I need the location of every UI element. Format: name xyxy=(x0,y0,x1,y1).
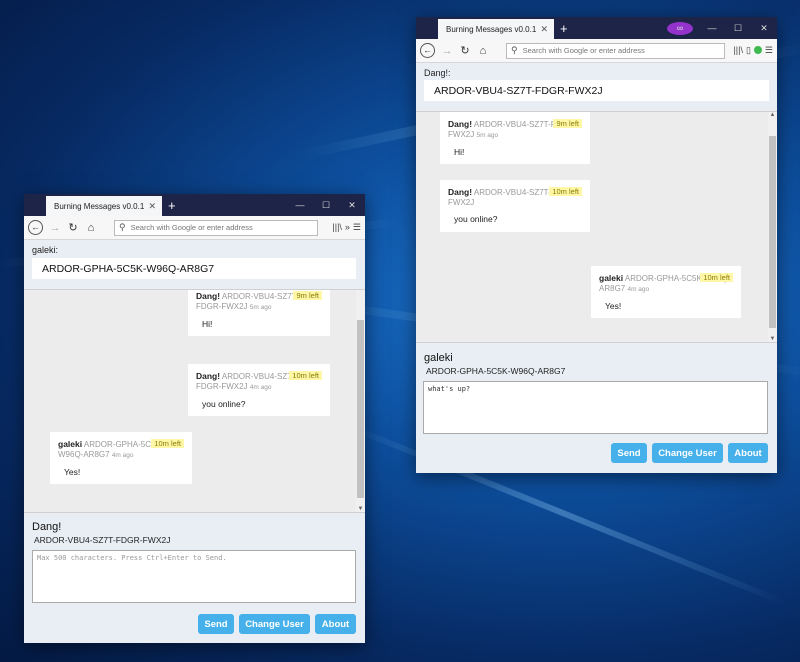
message-bubble: Dang! ARDOR-VBU4-SZ7T-FDGR-FWX2J 10m lef… xyxy=(440,180,590,232)
app-content: galeki: ARDOR-GPHA-5C5K-W96Q-AR8G7 Dang!… xyxy=(24,240,365,643)
recipient-name: Dang! xyxy=(32,521,62,533)
expiry-badge: 10m left xyxy=(151,439,184,448)
reload-icon[interactable]: ↻ xyxy=(64,221,82,234)
message-time: 5m ago xyxy=(476,132,499,139)
close-window-icon[interactable]: ✕ xyxy=(339,200,365,211)
forward-icon[interactable]: → xyxy=(46,222,64,234)
tab-title: Burning Messages v0.0.1 xyxy=(446,24,537,34)
current-user-address: ARDOR-VBU4-SZ7T-FDGR-FWX2J xyxy=(424,80,769,101)
expiry-badge: 9m left xyxy=(293,291,322,300)
url-bar[interactable]: ⚲ Search with Google or enter address xyxy=(114,219,319,236)
message-bubble: Dang! ARDOR-VBU4-SZ7T-FDGR-FWX2J 5m ago … xyxy=(440,112,590,164)
maximize-icon[interactable]: ☐ xyxy=(725,23,751,34)
overflow-icon[interactable]: » xyxy=(345,222,350,233)
message-scrollbar[interactable]: ▲ ▼ xyxy=(768,112,777,342)
minimize-icon[interactable]: — xyxy=(287,200,313,210)
expiry-badge: 10m left xyxy=(289,371,322,380)
menu-icon[interactable]: ☰ xyxy=(765,45,773,56)
extension-icon[interactable] xyxy=(753,46,762,54)
message-time: 4m ago xyxy=(627,286,650,293)
back-icon[interactable]: ← xyxy=(420,43,435,58)
send-button[interactable]: Send xyxy=(611,443,647,463)
expiry-badge: 9m left xyxy=(553,119,582,128)
message-sender: Dang! xyxy=(196,371,221,381)
browser-window-right: Burning Messages v0.0.1 ✕ + ∞ — ☐ ✕ ← → … xyxy=(416,17,777,473)
home-icon[interactable]: ⌂ xyxy=(474,45,492,57)
forward-icon[interactable]: → xyxy=(438,45,456,57)
change-user-button[interactable]: Change User xyxy=(652,443,723,463)
message-input[interactable]: Max 500 characters. Press Ctrl+Enter to … xyxy=(32,550,356,603)
sidebar-icon[interactable]: ▯ xyxy=(746,45,751,56)
menu-icon[interactable]: ☰ xyxy=(353,222,361,233)
message-text: Yes! xyxy=(605,301,622,311)
browser-tab[interactable]: Burning Messages v0.0.1 ✕ xyxy=(46,196,162,216)
message-text: Hi! xyxy=(202,319,213,329)
message-sender: Dang! xyxy=(196,291,221,301)
message-bubble: Dang! ARDOR-VBU4-SZ7T-FDGR-FWX2J 5m ago … xyxy=(188,290,330,336)
nav-bar: ← → ↻ ⌂ ⚲ Search with Google or enter ad… xyxy=(416,39,777,63)
scroll-down-icon[interactable]: ▼ xyxy=(356,506,365,512)
new-tab-icon[interactable]: + xyxy=(560,21,568,36)
message-sender: Dang! xyxy=(448,187,473,197)
message-time: 5m ago xyxy=(249,304,272,311)
maximize-icon[interactable]: ☐ xyxy=(313,200,339,211)
minimize-icon[interactable]: — xyxy=(699,23,725,33)
new-tab-icon[interactable]: + xyxy=(168,198,176,213)
search-icon: ⚲ xyxy=(119,222,126,232)
private-mask-icon: ∞ xyxy=(667,21,693,35)
recipient-address: ARDOR-GPHA-5C5K-W96Q-AR8G7 xyxy=(426,366,566,376)
scroll-down-icon[interactable]: ▼ xyxy=(768,336,777,342)
about-button[interactable]: About xyxy=(728,443,768,463)
message-text: Yes! xyxy=(64,467,81,477)
library-icon[interactable]: |||\ xyxy=(733,45,743,56)
url-placeholder: Search with Google or enter address xyxy=(522,46,645,55)
message-time: 4m ago xyxy=(249,384,272,391)
message-text: you online? xyxy=(202,399,246,409)
tab-close-icon[interactable]: ✕ xyxy=(540,24,548,35)
browser-window-left: Burning Messages v0.0.1 ✕ + — ☐ ✕ ← → ↻ … xyxy=(24,194,365,643)
app-content: Dang!: ARDOR-VBU4-SZ7T-FDGR-FWX2J Dang! … xyxy=(416,63,777,473)
about-button[interactable]: About xyxy=(315,614,356,634)
url-placeholder: Search with Google or enter address xyxy=(130,223,253,232)
library-icon[interactable]: |||\ xyxy=(332,222,342,233)
close-window-icon[interactable]: ✕ xyxy=(751,23,777,34)
change-user-button[interactable]: Change User xyxy=(239,614,310,634)
message-list[interactable]: Dang! ARDOR-VBU4-SZ7T-FDGR-FWX2J 5m ago … xyxy=(416,111,777,343)
scroll-thumb[interactable] xyxy=(769,136,776,328)
message-text: Hi! xyxy=(454,147,465,157)
message-scrollbar[interactable]: ▼ xyxy=(356,290,365,512)
send-button[interactable]: Send xyxy=(198,614,234,634)
message-text: you online? xyxy=(454,214,498,224)
message-time: 4m ago xyxy=(111,452,134,459)
scroll-thumb[interactable] xyxy=(357,320,364,498)
current-user-label: Dang!: xyxy=(424,68,451,78)
message-list[interactable]: Dang! ARDOR-VBU4-SZ7T-FDGR-FWX2J 5m ago … xyxy=(24,289,365,513)
nav-bar: ← → ↻ ⌂ ⚲ Search with Google or enter ad… xyxy=(24,216,365,240)
current-user-address: ARDOR-GPHA-5C5K-W96Q-AR8G7 xyxy=(32,258,356,279)
message-bubble: Dang! ARDOR-VBU4-SZ7T-FDGR-FWX2J 4m ago … xyxy=(188,364,330,416)
message-bubble-own: galeki ARDOR-GPHA-5C5K-W96Q-AR8G7 4m ago… xyxy=(50,432,192,484)
expiry-badge: 10m left xyxy=(549,187,582,196)
browser-tab[interactable]: Burning Messages v0.0.1 ✕ xyxy=(438,19,554,39)
message-bubble-own: galeki ARDOR-GPHA-5C5K-W96Q-AR8G7 4m ago… xyxy=(591,266,741,318)
current-user-label: galeki: xyxy=(32,245,59,255)
recipient-address: ARDOR-VBU4-SZ7T-FDGR-FWX2J xyxy=(34,535,171,545)
message-sender: Dang! xyxy=(448,119,473,129)
reload-icon[interactable]: ↻ xyxy=(456,44,474,57)
title-bar[interactable]: Burning Messages v0.0.1 ✕ + ∞ — ☐ ✕ xyxy=(416,17,777,39)
tab-title: Burning Messages v0.0.1 xyxy=(54,201,145,211)
search-icon: ⚲ xyxy=(511,45,518,55)
scroll-up-icon[interactable]: ▲ xyxy=(768,112,777,118)
url-bar[interactable]: ⚲ Search with Google or enter address xyxy=(506,42,726,59)
back-icon[interactable]: ← xyxy=(28,220,43,235)
title-bar[interactable]: Burning Messages v0.0.1 ✕ + — ☐ ✕ xyxy=(24,194,365,216)
expiry-badge: 10m left xyxy=(700,273,733,282)
message-input[interactable]: what's up? xyxy=(423,381,768,434)
home-icon[interactable]: ⌂ xyxy=(82,222,100,234)
message-sender: galeki xyxy=(599,273,624,283)
tab-close-icon[interactable]: ✕ xyxy=(148,201,156,212)
message-sender: galeki xyxy=(58,439,83,449)
recipient-name: galeki xyxy=(424,352,453,364)
